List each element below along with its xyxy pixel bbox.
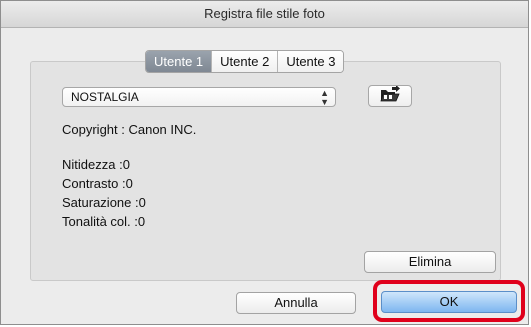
tab-user-2[interactable]: Utente 2 [211, 51, 278, 72]
open-file-button[interactable] [368, 84, 412, 107]
color-tone-text: Tonalità col. :0 [62, 214, 146, 229]
contrast-text: Contrasto :0 [62, 176, 133, 191]
sharpness-text: Nitidezza :0 [62, 157, 130, 172]
tab-user-1[interactable]: Utente 1 [146, 51, 212, 72]
folder-open-icon [379, 84, 401, 107]
user-tabs: Utente 1 Utente 2 Utente 3 [145, 50, 345, 73]
window-title: Registra file stile foto [1, 1, 528, 28]
tab-user-3[interactable]: Utente 3 [277, 51, 344, 72]
delete-button[interactable]: Elimina [364, 251, 496, 273]
picture-style-select[interactable]: NOSTALGIA ▲ ▼ [62, 87, 336, 107]
copyright-text: Copyright : Canon INC. [62, 122, 197, 137]
saturation-text: Saturazione :0 [62, 195, 146, 210]
select-arrows-icon: ▲ ▼ [320, 88, 329, 107]
cancel-button[interactable]: Annulla [236, 292, 356, 314]
ok-button[interactable]: OK [381, 291, 517, 313]
picture-style-value: NOSTALGIA [71, 90, 139, 104]
